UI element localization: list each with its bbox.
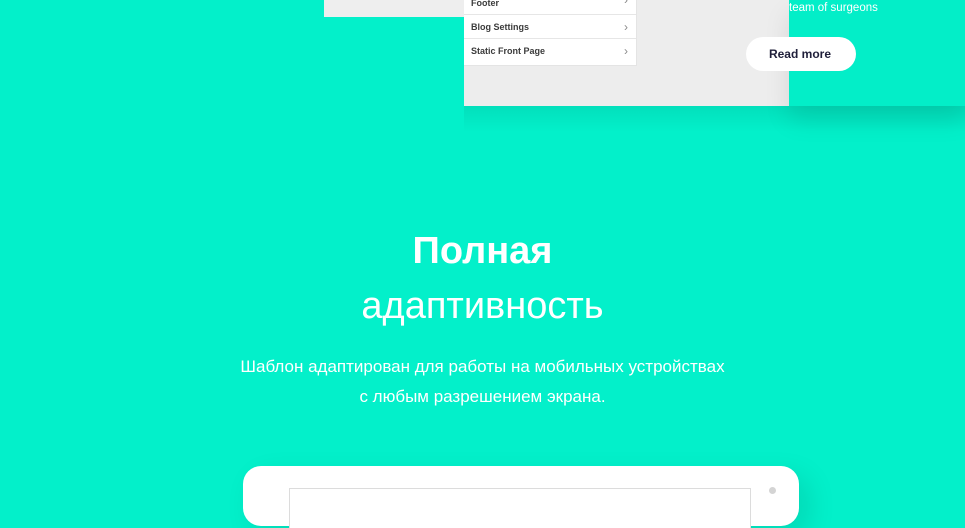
- preview-caption: team of surgeons: [789, 2, 878, 14]
- panel-shadow: [464, 106, 965, 132]
- section-title: Полная адаптивность: [0, 224, 965, 334]
- chevron-right-icon: ›: [624, 20, 628, 34]
- description-line2: с любым разрешением экрана.: [359, 387, 606, 406]
- section-title-line2: адаптивность: [361, 285, 604, 327]
- menu-item-static-front-page[interactable]: Static Front Page ›: [464, 39, 636, 63]
- customizer-panel-left: [324, 0, 464, 17]
- chevron-right-icon: ›: [624, 44, 628, 58]
- menu-item-footer[interactable]: Footer ›: [464, 0, 636, 15]
- menu-item-blog-settings[interactable]: Blog Settings ›: [464, 15, 636, 39]
- description-line1: Шаблон адаптирован для работы на мобильн…: [240, 357, 725, 376]
- menu-item-label: Footer: [471, 0, 499, 8]
- section-description: Шаблон адаптирован для работы на мобильн…: [0, 352, 965, 412]
- menu-item-label: Static Front Page: [471, 46, 546, 56]
- device-screen: [289, 488, 751, 528]
- chevron-right-icon: ›: [624, 0, 628, 7]
- customizer-menu: Footer › Blog Settings › Static Front Pa…: [464, 0, 637, 66]
- device-mockup: [243, 466, 799, 528]
- read-more-button[interactable]: Read more: [746, 37, 856, 71]
- section-title-line1: Полная: [412, 230, 553, 272]
- menu-item-label: Blog Settings: [471, 22, 529, 32]
- device-camera-dot: [769, 487, 776, 494]
